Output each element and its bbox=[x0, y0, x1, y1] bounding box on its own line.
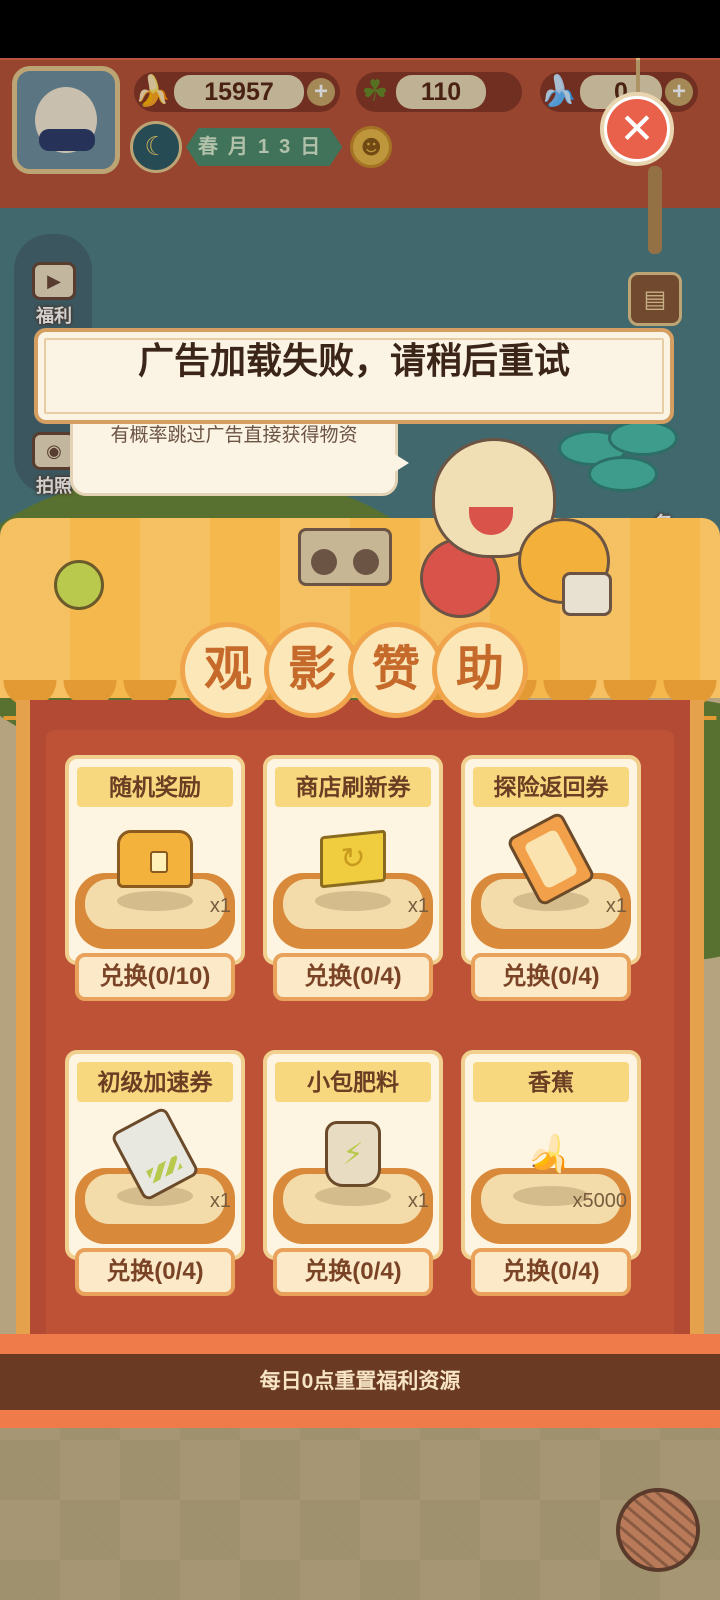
reward-qty: x5000 bbox=[572, 1190, 628, 1212]
panel-title: 观 影 赞 助 bbox=[180, 622, 528, 718]
exchange-button[interactable]: 兑换(0/4) bbox=[471, 1248, 631, 1296]
stage-characters bbox=[0, 420, 720, 620]
reward-qty: x1 bbox=[209, 895, 231, 917]
bonsai-tree bbox=[548, 420, 688, 510]
exchange-button[interactable]: 兑换(0/4) bbox=[75, 1248, 235, 1296]
game-screen: 🍌 15957 + ☘ 110 🍌 0 + ☾ 春月13日 ☻ ▶ 福利 ◉ 拍… bbox=[0, 0, 720, 1600]
reward-qty: x1 bbox=[407, 895, 429, 917]
yarn-ball-button[interactable] bbox=[616, 1488, 700, 1572]
title-char: 赞 bbox=[348, 622, 444, 718]
reward-qty: x1 bbox=[209, 1190, 231, 1212]
close-button[interactable]: ✕ bbox=[600, 92, 674, 166]
exchange-button[interactable]: 兑换(0/4) bbox=[273, 953, 433, 1001]
title-char: 影 bbox=[264, 622, 360, 718]
apple-icon bbox=[54, 560, 104, 610]
title-char: 观 bbox=[180, 622, 276, 718]
reward-qty: x1 bbox=[407, 1190, 429, 1212]
fertilizer-bag-icon: ⚡ bbox=[313, 1118, 393, 1190]
status-bar-area bbox=[0, 0, 720, 60]
exchange-button[interactable]: 兑换(0/10) bbox=[75, 953, 235, 1001]
adventure-ticket-icon bbox=[505, 810, 597, 908]
exchange-button[interactable]: 兑换(0/4) bbox=[471, 953, 631, 1001]
reward-name: 探险返回券 bbox=[473, 767, 629, 807]
drum-prop bbox=[562, 572, 612, 616]
reward-name: 商店刷新券 bbox=[275, 767, 431, 807]
reward-card-banana: 香蕉 🍌 x5000 兑换(0/4) bbox=[461, 1050, 641, 1298]
banana-icon: 🍌 bbox=[522, 1127, 579, 1182]
refresh-flag-icon: ↻ bbox=[313, 823, 393, 895]
reward-card-fertilizer: 小包肥料 ⚡ x1 兑换(0/4) bbox=[263, 1050, 443, 1298]
error-toast: 广告加载失败，请稍后重试 bbox=[34, 328, 674, 424]
close-icon: ✕ bbox=[607, 99, 667, 159]
title-char: 助 bbox=[432, 622, 528, 718]
reward-name: 小包肥料 bbox=[275, 1062, 431, 1102]
reward-card-speedup: 初级加速券 x1 兑换(0/4) bbox=[65, 1050, 245, 1298]
reward-name: 随机奖励 bbox=[77, 767, 233, 807]
reward-name: 香蕉 bbox=[473, 1062, 629, 1102]
treasure-chest-icon bbox=[115, 823, 195, 895]
reward-card-random: 随机奖励 x1 兑换(0/10) bbox=[65, 755, 245, 1003]
reward-name: 初级加速券 bbox=[77, 1062, 233, 1102]
radio-prop bbox=[298, 528, 392, 586]
reward-card-shop-refresh: 商店刷新券 ↻ x1 兑换(0/4) bbox=[263, 755, 443, 1003]
toast-message: 广告加载失败，请稍后重试 bbox=[137, 340, 570, 381]
reward-card-adventure-return: 探险返回券 x1 兑换(0/4) bbox=[461, 755, 641, 1003]
speedup-ticket-icon bbox=[109, 1105, 201, 1203]
footer-notice: 每日0点重置福利资源 bbox=[259, 1370, 461, 1393]
reward-qty: x1 bbox=[605, 895, 627, 917]
exchange-button[interactable]: 兑换(0/4) bbox=[273, 1248, 433, 1296]
